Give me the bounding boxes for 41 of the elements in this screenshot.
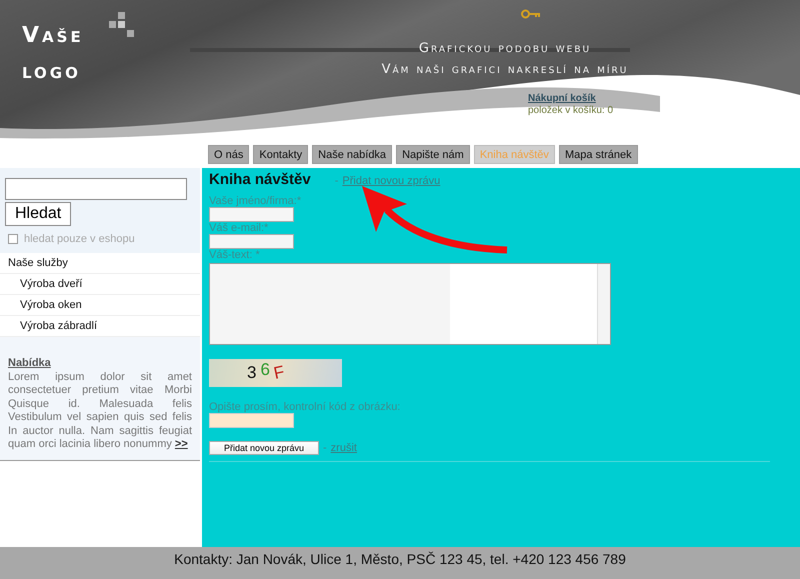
field-label: Váš e-mail:* xyxy=(209,222,270,234)
slogan-text: Grafickou podobu webu xyxy=(418,40,592,58)
submenu-item[interactable]: Výroba zábradlí xyxy=(0,316,200,337)
squares-icon xyxy=(108,12,136,40)
slogan-text: Vám naši grafici nakreslí na míru xyxy=(382,61,628,79)
cart-count: položek v košíku: 0 xyxy=(528,105,614,117)
field-label: Vaše jméno/firma:* xyxy=(209,195,302,207)
captcha-char: 6 xyxy=(260,360,270,380)
checkbox-label: hledat pouze v eshopu xyxy=(24,233,135,245)
nav-tab[interactable]: Kontakty xyxy=(253,145,308,164)
page-title: Kniha návštěv xyxy=(209,171,311,188)
offer-title: Nabídka xyxy=(8,357,52,370)
submenu-item[interactable]: Výroba oken xyxy=(0,295,200,316)
field-label: Opište prosím, kontrolní kód z obrázku: xyxy=(209,401,402,413)
offer-text: Lorem ipsum dolor sit amet consectetuer pretium vitae Morbi Quisque id. Malesuada felis Vestibulum vel sapien quis sed felis In auctor nulla. Nam sagittis feugiat quam orci lacinia libero nonummy >> xyxy=(8,370,192,452)
submenu-item[interactable]: Výroba dveří xyxy=(0,274,200,295)
separator-text: - xyxy=(323,442,327,454)
key-icon xyxy=(521,9,541,19)
nav-tab[interactable]: O nás xyxy=(208,145,250,164)
captcha-char: 3 xyxy=(247,363,256,383)
logo-text: Vaše xyxy=(22,22,84,50)
more-link[interactable]: >> xyxy=(174,438,188,450)
logo-text: logo xyxy=(22,58,81,86)
cart-link[interactable]: Nákupní košík xyxy=(528,93,596,104)
separator-text: - xyxy=(334,175,338,187)
nav-tab[interactable]: Mapa stránek xyxy=(558,145,638,164)
captcha-char: F xyxy=(272,362,286,384)
input-field[interactable] xyxy=(209,207,294,222)
captcha-field[interactable] xyxy=(209,413,294,428)
menu-item[interactable]: Naše služby xyxy=(0,253,200,274)
checkbox[interactable] xyxy=(8,234,18,244)
message-field[interactable] xyxy=(209,263,611,345)
scrollbar[interactable] xyxy=(597,264,610,344)
submit-button[interactable]: Přidat novou zprávu xyxy=(209,441,319,455)
field-label: Váš-text: * xyxy=(209,249,261,261)
nav-tab[interactable]: Naše nabídka xyxy=(312,145,392,164)
footer-text: Kontakty: Jan Novák, Ulice 1, Město, PSČ 123 45, tel. +420 123 456 789 xyxy=(174,551,626,567)
search-field[interactable] xyxy=(5,178,187,200)
nav-tab[interactable]: Napište nám xyxy=(396,145,470,164)
search-button[interactable]: Hledat xyxy=(5,202,72,226)
input-field[interactable] xyxy=(209,234,294,249)
